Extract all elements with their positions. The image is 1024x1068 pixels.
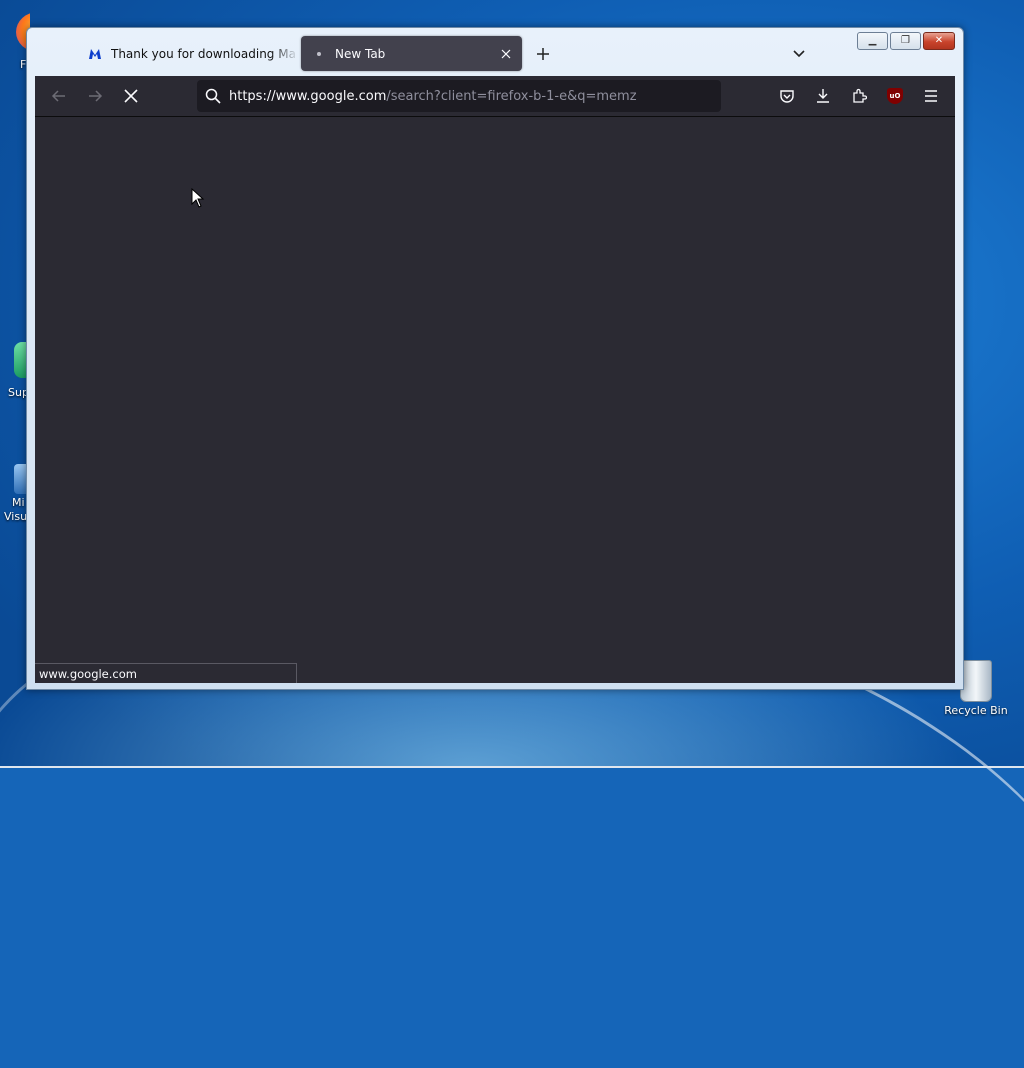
status-panel: www.google.com (35, 663, 297, 683)
search-icon (197, 88, 229, 104)
desktop-icon-label: Visu (4, 510, 28, 523)
ublock-icon: uO (887, 88, 903, 104)
back-button[interactable] (45, 82, 73, 110)
pocket-icon (780, 90, 794, 103)
recycle-bin-icon (960, 660, 992, 702)
ublock-button[interactable]: uO (881, 82, 909, 110)
loading-dot-icon (311, 46, 327, 62)
tab-title: New Tab (335, 46, 386, 61)
forward-button[interactable] (81, 82, 109, 110)
tab-strip: Thank you for downloading Ma New Tab (35, 36, 955, 76)
menu-icon (925, 90, 937, 102)
downloads-button[interactable] (809, 82, 837, 110)
page-content[interactable]: www.google.com (35, 117, 955, 683)
stop-button[interactable] (117, 82, 145, 110)
tab-thank-you[interactable]: Thank you for downloading Ma (77, 36, 327, 71)
url-host: https://www.google.com (229, 88, 387, 104)
url-bar[interactable]: https://www.google.com/search?client=fir… (197, 80, 721, 112)
url-path: /search?client=firefox-b-1-e&q=memz (386, 88, 637, 104)
malwarebytes-icon (87, 46, 103, 62)
mouse-cursor-icon (191, 188, 205, 208)
app-menu-button[interactable] (917, 82, 945, 110)
extensions-icon (853, 88, 867, 103)
plus-icon (537, 48, 549, 60)
desktop-icon-label: Recycle Bin (944, 704, 1008, 717)
url-text: https://www.google.com/search?client=fir… (229, 89, 637, 104)
pocket-button[interactable] (773, 82, 801, 110)
browser-window: ▁ ❐ ✕ Thank you for downloading Ma New T… (26, 27, 964, 690)
extensions-button[interactable] (845, 82, 873, 110)
tab-close-icon[interactable] (494, 42, 518, 66)
stop-icon (124, 89, 138, 103)
downloads-icon (817, 89, 829, 103)
list-all-tabs-button[interactable] (787, 42, 811, 66)
back-icon (51, 90, 65, 102)
new-tab-button[interactable] (531, 42, 555, 66)
tab-title: Thank you for downloading Ma (111, 46, 296, 61)
nav-toolbar: https://www.google.com/search?client=fir… (35, 76, 955, 117)
chevron-down-icon (793, 50, 805, 58)
tab-new-tab[interactable]: New Tab (301, 36, 522, 71)
forward-icon (89, 90, 103, 102)
desktop-icon-label: Mi (12, 496, 25, 509)
